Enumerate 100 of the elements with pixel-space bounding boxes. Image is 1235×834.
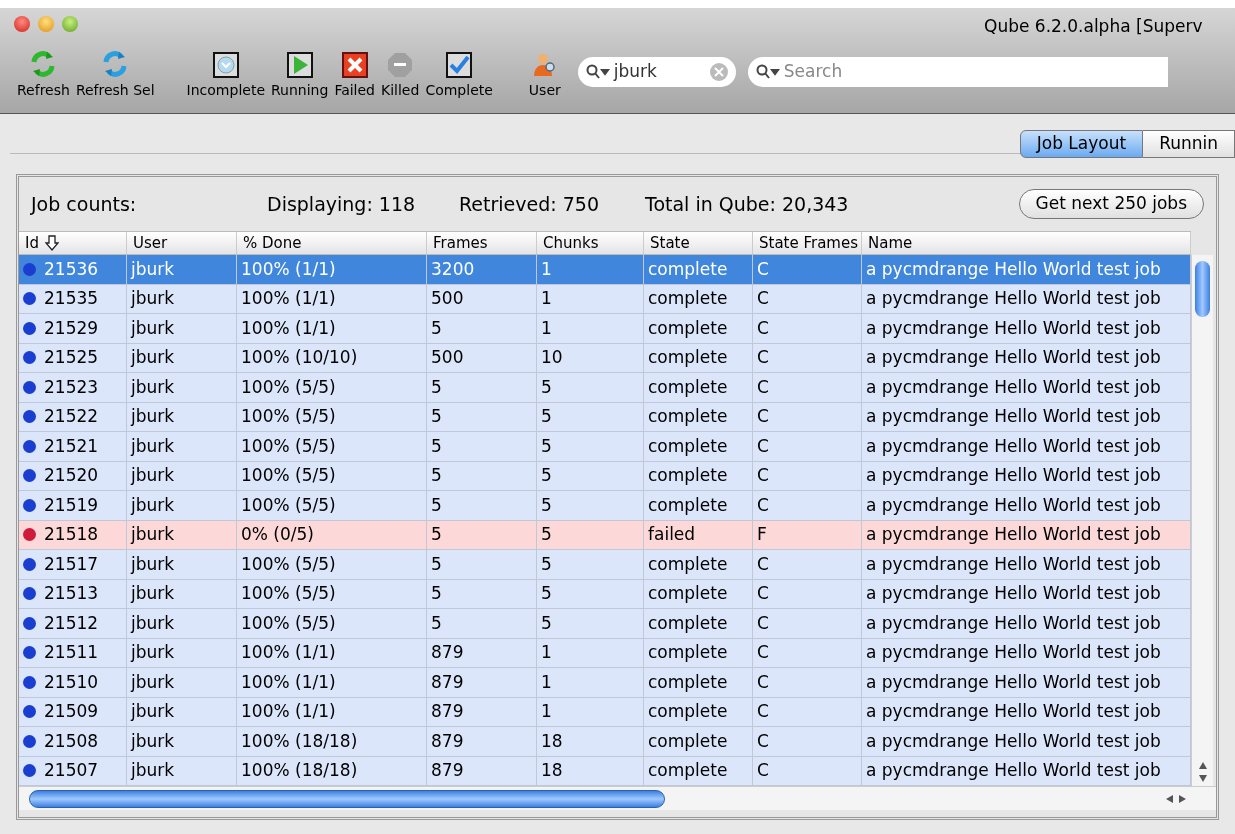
toolbar-button[interactable]: Running [268, 52, 332, 101]
table-row[interactable]: 21536 jburk 100% (1/1) 3200 1 complete C a pycmdrange Hello World test job [19, 255, 1191, 285]
scroll-down-icon[interactable] [1198, 775, 1207, 782]
table-cell-text: 1 [541, 700, 552, 723]
table-cell-text: 100% (5/5) [241, 552, 336, 576]
toolbar-button[interactable]: User [525, 52, 564, 101]
column-header[interactable]: Frames [433, 232, 488, 254]
table-cell-text: complete [648, 405, 728, 428]
table-cell-text: C [757, 493, 769, 517]
table-cell-text: 21535 [44, 287, 99, 310]
column-header[interactable]: Name [868, 232, 913, 254]
table-cell-text: C [757, 434, 769, 458]
toolbar-button[interactable]: Complete [422, 52, 496, 101]
table-cell-text: 100% (5/5) [241, 464, 336, 487]
table-row[interactable]: 21509 jburk 100% (1/1) 879 1 complete C a pycmdrange Hello World test job [19, 697, 1191, 727]
table-row[interactable]: 21518 jburk 0% (0/5) 5 5 failed F a pycmdrange Hello World test job [19, 520, 1191, 550]
table-row[interactable]: 21517 jburk 100% (5/5) 5 5 complete C a pycmdrange Hello World test job [19, 550, 1191, 580]
table-cell-text: 500 [431, 287, 464, 310]
table-row[interactable]: 21520 jburk 100% (5/5) 5 5 complete C a pycmdrange Hello World test job [19, 461, 1191, 491]
table-cell-text: 21529 [44, 316, 99, 340]
table-cell-text: 100% (5/5) [241, 611, 336, 635]
column-header[interactable]: User [133, 232, 168, 254]
table-cell-text: a pycmdrange Hello World test job [866, 375, 1161, 399]
table-row[interactable]: 21507 jburk 100% (18/18) 879 18 complete C a pycmdrange Hello World test job [19, 756, 1191, 786]
scroll-thumb[interactable] [1195, 261, 1210, 317]
table-cell-text: 879 [431, 670, 464, 694]
table-cell-text: jburk [131, 611, 175, 635]
table-cell-text: 879 [431, 700, 464, 723]
table-cell-text: F [757, 523, 767, 546]
table-row[interactable]: 21521 jburk 100% (5/5) 5 5 complete C a pycmdrange Hello World test job [19, 432, 1191, 462]
table-cell-text: 21522 [44, 405, 99, 428]
table-cell-text: complete [648, 700, 728, 723]
table-cell-text: failed [648, 523, 696, 546]
column-header[interactable]: Id [25, 232, 39, 254]
table-cell-text: jburk [131, 375, 175, 399]
table-row[interactable]: 21523 jburk 100% (5/5) 5 5 complete C a pycmdrange Hello World test job [19, 373, 1191, 403]
search-icon [585, 64, 610, 80]
scroll-up-icon[interactable] [1198, 762, 1207, 769]
table-cell-text: a pycmdrange Hello World test job [866, 405, 1161, 428]
table-row[interactable]: 21508 jburk 100% (18/18) 879 18 complete C a pycmdrange Hello World test job [19, 727, 1191, 757]
table-cell-text: 21518 [44, 523, 99, 546]
column-header[interactable]: State Frames [759, 232, 859, 254]
table-cell-text: 100% (5/5) [241, 493, 336, 517]
checkmark-icon [446, 52, 473, 78]
table-cell-text: a pycmdrange Hello World test job [866, 670, 1161, 694]
table-cell-text: 21508 [44, 729, 99, 753]
table-cell-text: 5 [541, 493, 552, 517]
table-row[interactable]: 21513 jburk 100% (5/5) 5 5 complete C a pycmdrange Hello World test job [19, 579, 1191, 609]
table-cell-text: complete [648, 287, 728, 310]
table-row[interactable]: 21512 jburk 100% (5/5) 5 5 complete C a pycmdrange Hello World test job [19, 609, 1191, 639]
table-cell-text: 3200 [431, 257, 475, 281]
clock-icon [212, 52, 239, 78]
scroll-left-icon[interactable] [1166, 794, 1173, 803]
tab[interactable]: Job Layout [1019, 130, 1144, 158]
table-cell-text: 5 [431, 493, 442, 517]
table-cell-text: 100% (18/18) [241, 729, 358, 753]
table-cell-text: 21523 [44, 375, 99, 399]
play-icon [286, 52, 313, 78]
table-cell-text: 5 [541, 375, 552, 399]
horizontal-scrollbar[interactable] [19, 786, 1216, 810]
column-header[interactable]: % Done [243, 232, 302, 254]
user-filter-field[interactable]: jburk [577, 57, 736, 87]
job-counts-label: Job counts: [31, 191, 138, 217]
get-next-jobs-button[interactable]: Get next 250 jobs [1018, 189, 1204, 219]
toolbar-button[interactable]: Refresh [14, 50, 73, 101]
table-cell-text: C [757, 464, 769, 487]
table-row[interactable]: 21525 jburk 100% (10/10) 500 10 complete C a pycmdrange Hello World test job [19, 343, 1191, 373]
toolbar-button[interactable]: Refresh Sel [72, 50, 158, 101]
scroll-right-icon[interactable] [1179, 794, 1186, 803]
table-cell-text: 21521 [44, 434, 99, 458]
sort-down-arrow-icon[interactable] [44, 235, 59, 251]
table-row[interactable]: 21519 jburk 100% (5/5) 5 5 complete C a pycmdrange Hello World test job [19, 491, 1191, 521]
table-row[interactable]: 21510 jburk 100% (1/1) 879 1 complete C a pycmdrange Hello World test job [19, 668, 1191, 698]
toolbar-button[interactable]: Failed [331, 52, 378, 101]
table-cell-text: 18 [541, 729, 563, 753]
search-input[interactable]: Search [783, 59, 1160, 85]
table-row[interactable]: 21511 jburk 100% (1/1) 879 1 complete C a pycmdrange Hello World test job [19, 638, 1191, 668]
table-cell-text: a pycmdrange Hello World test job [866, 316, 1161, 340]
toolbar-button[interactable]: Incomplete [183, 52, 268, 101]
table-cell-text: C [757, 405, 769, 428]
table-row[interactable]: 21535 jburk 100% (1/1) 500 1 complete C a pycmdrange Hello World test job [19, 284, 1191, 314]
column-header[interactable]: State [650, 232, 690, 254]
toolbar-button[interactable]: Killed [378, 52, 423, 101]
table-cell-text: jburk [131, 523, 175, 546]
table-cell-text: 100% (5/5) [241, 375, 336, 399]
search-field[interactable]: Search [747, 57, 1168, 87]
table-cell-text: a pycmdrange Hello World test job [866, 434, 1161, 458]
table-cell-text: complete [648, 670, 728, 694]
tab[interactable]: Runnin [1143, 130, 1235, 158]
table-cell-text: a pycmdrange Hello World test job [866, 729, 1161, 753]
vertical-scrollbar[interactable] [1191, 255, 1213, 786]
table-cell-text: C [757, 346, 769, 369]
column-header[interactable]: Chunks [543, 232, 599, 254]
table-row[interactable]: 21522 jburk 100% (5/5) 5 5 complete C a pycmdrange Hello World test job [19, 402, 1191, 432]
table-row[interactable]: 21529 jburk 100% (1/1) 5 1 complete C a pycmdrange Hello World test job [19, 314, 1191, 344]
close-window-icon[interactable] [14, 16, 30, 32]
horizontal-scroll-thumb[interactable] [29, 789, 665, 808]
table-cell-text: complete [648, 611, 728, 635]
stop-sign-icon [387, 52, 414, 78]
table-cell-text: 100% (1/1) [241, 670, 336, 694]
